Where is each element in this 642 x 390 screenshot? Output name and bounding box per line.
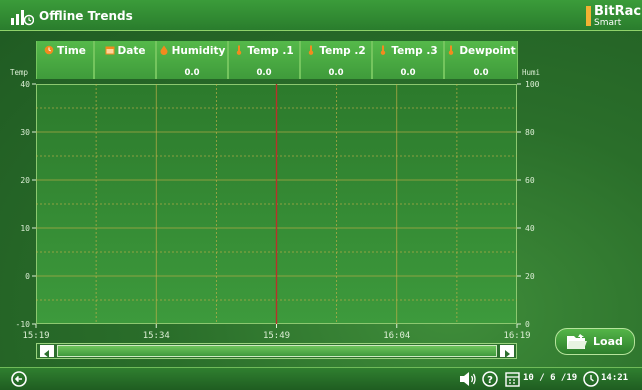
back-icon[interactable] [11, 371, 27, 387]
column-dewpoint-label: Dewpoint [459, 45, 516, 57]
column-temp3[interactable]: Temp .3 0.0 [372, 41, 444, 79]
column-dewpoint-value: 0.0 [473, 68, 489, 78]
column-temp1-label: Temp .1 [247, 45, 294, 57]
bitrack-logo: BitRack Smart [586, 4, 642, 28]
humidity-icon [160, 45, 168, 55]
calendar-icon [505, 372, 520, 387]
folder-open-icon [567, 334, 587, 349]
column-temp1[interactable]: Temp .1 0.0 [228, 41, 300, 79]
column-time[interactable]: Time [36, 41, 94, 79]
status-date: 10 / 6 /19 [523, 373, 578, 383]
status-bar: ? 10 / 6 /19 14:21 [0, 367, 642, 390]
x-tick-label: 15:34 [143, 331, 170, 341]
y2-tick-label: 20 [525, 272, 535, 281]
column-humidity-label: Humidity [171, 45, 226, 57]
thermometer-icon [237, 45, 242, 55]
x-tick-label: 15:19 [22, 331, 49, 341]
column-date[interactable]: Date [94, 41, 156, 79]
y-tick-label: 40 [20, 80, 30, 89]
column-temp1-value: 0.0 [256, 68, 272, 78]
column-temp2-label: Temp .2 [319, 45, 366, 57]
window-title: Offline Trends [39, 9, 133, 23]
load-button-label: Load [593, 335, 623, 348]
dewpoint-icon [449, 45, 454, 55]
load-button[interactable]: Load [555, 328, 635, 355]
clock-icon [583, 371, 599, 387]
thermometer-icon [309, 45, 314, 55]
arrow-right-icon [505, 350, 510, 358]
y2-axis-label: Humi [522, 68, 541, 77]
scroll-thumb[interactable] [57, 345, 497, 357]
column-date-label: Date [117, 45, 146, 57]
y-tick-label: 30 [20, 128, 30, 137]
scroll-left-button[interactable] [40, 345, 54, 358]
brand-name: BitRack [594, 4, 642, 19]
column-temp3-label: Temp .3 [391, 45, 438, 57]
column-humidity-value: 0.0 [184, 68, 200, 78]
column-temp2-value: 0.0 [328, 68, 344, 78]
y2-tick-label: 100 [525, 80, 540, 89]
clock-icon [44, 45, 54, 55]
y2-tick-label: 80 [525, 128, 535, 137]
x-tick-label: 16:04 [383, 331, 410, 341]
y-tick-label: -10 [16, 320, 31, 329]
help-icon[interactable]: ? [482, 371, 498, 387]
column-temp2[interactable]: Temp .2 0.0 [300, 41, 372, 79]
scroll-right-button[interactable] [500, 345, 514, 358]
status-time: 14:21 [601, 373, 629, 383]
svg-text:?: ? [487, 375, 493, 386]
column-time-label: Time [57, 45, 86, 57]
y2-tick-label: 40 [525, 224, 535, 233]
y2-tick-label: 60 [525, 176, 535, 185]
column-temp3-value: 0.0 [400, 68, 416, 78]
column-humidity[interactable]: Humidity 0.0 [156, 41, 228, 79]
y-axis-label: Temp [10, 68, 29, 77]
volume-icon[interactable] [459, 371, 477, 387]
y-tick-label: 0 [25, 272, 30, 281]
x-tick-label: 15:49 [263, 331, 290, 341]
y-tick-label: 20 [20, 176, 30, 185]
title-bar: Offline Trends BitRack Smart [0, 0, 642, 31]
brand-sub: Smart [594, 18, 622, 28]
trend-chart[interactable] [36, 84, 517, 324]
trends-app-icon [11, 10, 34, 26]
thermometer-icon [381, 45, 386, 55]
time-scrollbar[interactable] [36, 343, 517, 359]
y2-tick-label: 0 [525, 320, 530, 329]
arrow-left-icon [44, 350, 49, 358]
calendar-icon [105, 46, 115, 55]
y-tick-label: 10 [20, 224, 30, 233]
column-dewpoint[interactable]: Dewpoint 0.0 [444, 41, 518, 79]
x-tick-label: 16:19 [503, 331, 530, 341]
